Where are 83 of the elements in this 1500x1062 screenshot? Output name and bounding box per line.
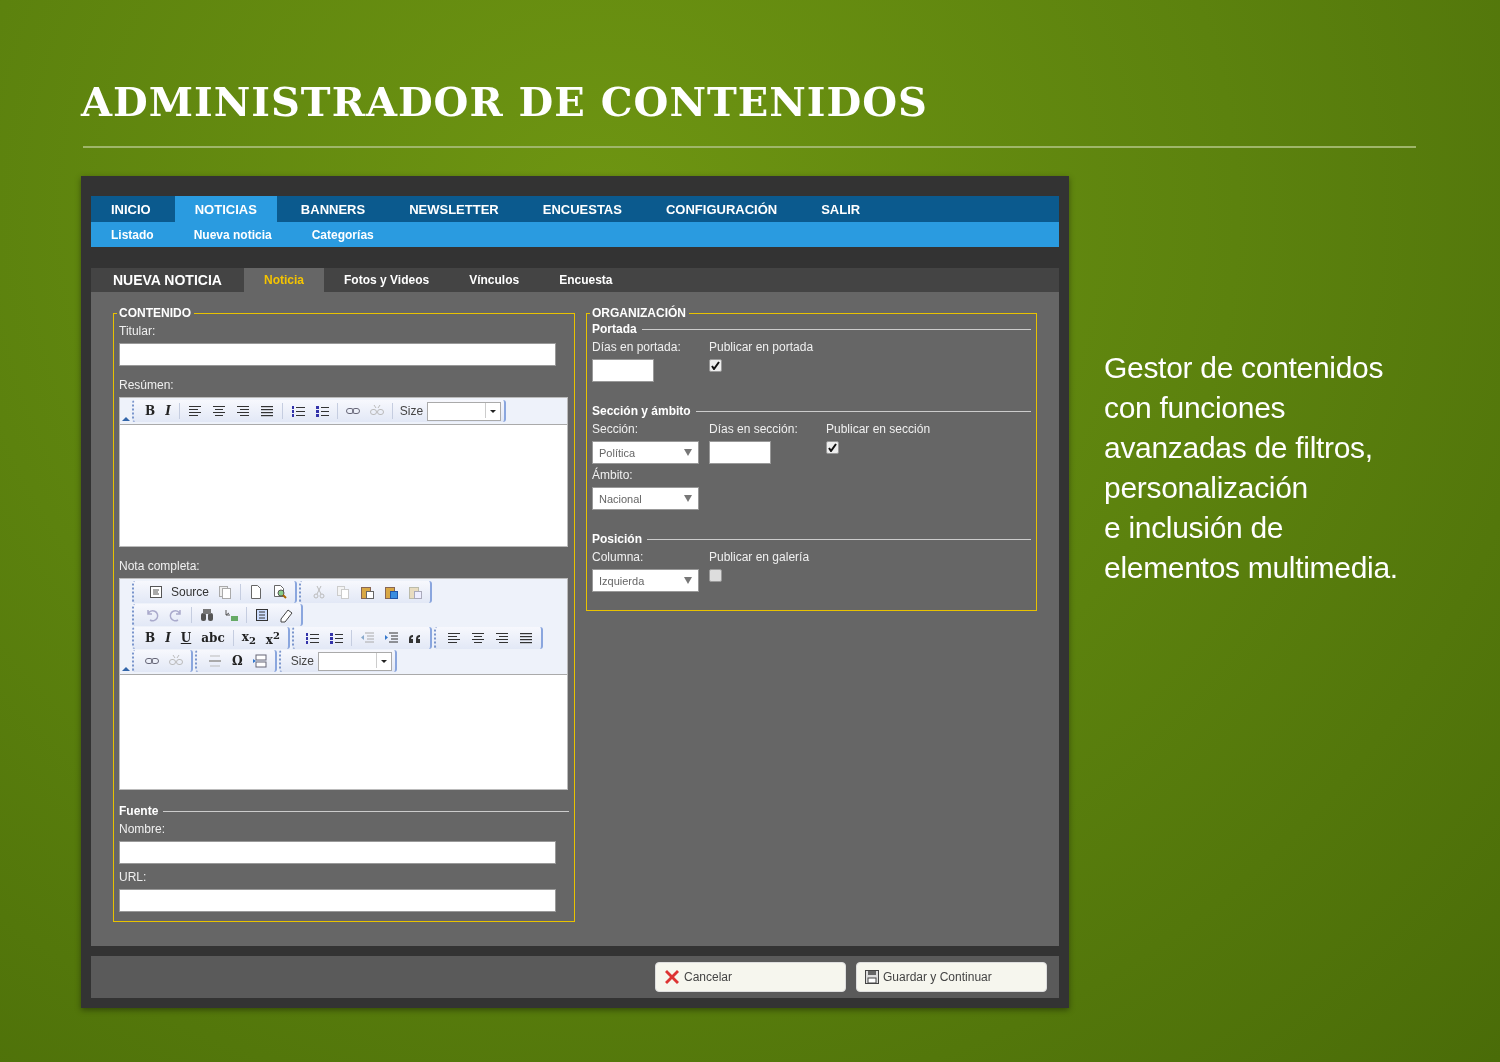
indent-icon[interactable] [383, 630, 399, 646]
preview-icon[interactable] [272, 584, 289, 600]
field-label: Columna: [592, 550, 645, 564]
field-label: Sección: [592, 422, 640, 436]
document-icon[interactable] [148, 584, 164, 600]
field-label: Días en sección: [709, 422, 799, 436]
tab[interactable]: Vínculos [449, 268, 540, 292]
size-label: Size [399, 404, 424, 418]
collapse-icon[interactable] [120, 664, 132, 672]
group-legend: Posición [592, 532, 642, 546]
text-field[interactable] [592, 359, 654, 382]
field-label: Resúmen: [119, 378, 175, 392]
field-label: Nota completa: [119, 559, 201, 573]
text-field[interactable] [119, 841, 556, 864]
nav-tab[interactable]: NEWSLETTER [389, 196, 519, 222]
dropdown[interactable]: Política [592, 441, 699, 464]
format-button[interactable]: I [160, 401, 176, 421]
caret-icon [684, 577, 692, 584]
field-label: Titular: [119, 324, 157, 338]
field-label: Publicar en galería [709, 550, 811, 564]
format-button[interactable]: I [160, 628, 176, 648]
align-right-icon[interactable] [494, 630, 510, 646]
panel-legend: CONTENIDO [117, 306, 194, 320]
field-label: Publicar en sección [826, 422, 932, 436]
numbered-list-icon[interactable] [304, 630, 320, 646]
save-button[interactable]: Guardar y Continuar [856, 962, 1047, 992]
format-button[interactable]: x$_{2}$ [236, 628, 261, 648]
caret-icon [684, 495, 692, 502]
align-left-icon[interactable] [186, 403, 203, 419]
nav-tab[interactable]: ENCUESTAS [522, 196, 642, 222]
caret-icon [684, 449, 692, 456]
nav-tab[interactable]: SALIR [801, 196, 881, 222]
align-justify-icon[interactable] [258, 403, 275, 419]
format-button[interactable]: B [140, 401, 161, 421]
checkbox[interactable] [709, 569, 722, 582]
dropdown[interactable]: Izquierda [592, 569, 699, 592]
text-field[interactable] [119, 343, 556, 366]
text-field[interactable] [119, 889, 556, 912]
tagline: Gestor de contenidos con funciones avanzadas de filtros, personalización e inclusión de elementos multimedia. [1104, 350, 1399, 586]
page-title: ADMINISTRADOR DE CONTENIDOS [81, 78, 929, 126]
align-right-icon[interactable] [234, 403, 251, 419]
group-legend: Portada [592, 322, 637, 336]
tab[interactable]: Encuesta [539, 268, 633, 292]
clipboard-icon[interactable] [383, 584, 400, 600]
checkbox[interactable] [826, 441, 839, 454]
field-label: Días en portada: [592, 340, 682, 354]
checkbox[interactable] [709, 359, 722, 372]
collapse-icon[interactable] [120, 414, 132, 422]
select-all-icon[interactable] [254, 607, 270, 623]
panel-legend: ORGANIZACIÓN [590, 306, 689, 320]
align-justify-icon[interactable] [518, 630, 534, 646]
group-legend: Fuente [119, 804, 159, 818]
field-label: Ámbito: [592, 468, 634, 482]
format-button[interactable]: x$^{2}$ [260, 628, 285, 648]
format-button[interactable]: abc [196, 628, 230, 648]
eraser-icon[interactable] [278, 607, 294, 623]
field-label: URL: [119, 870, 148, 884]
group-legend: Sección y ámbito [592, 404, 691, 418]
format-button[interactable]: U [175, 628, 197, 648]
page-break-icon[interactable] [251, 653, 268, 669]
nav-tab[interactable]: BANNERS [280, 196, 386, 222]
clipboard-icon[interactable] [359, 584, 376, 600]
field-label: Publicar en portada [709, 340, 815, 354]
size-label: Size [290, 654, 315, 668]
align-center-icon[interactable] [470, 630, 486, 646]
align-left-icon[interactable] [446, 630, 462, 646]
binoculars-icon[interactable] [199, 607, 215, 623]
nav-tab[interactable]: INICIO [91, 196, 171, 222]
replace-icon[interactable] [223, 607, 239, 623]
numbered-list-icon[interactable] [289, 403, 306, 419]
section-title: NUEVA NOTICIA [112, 271, 223, 290]
tab[interactable]: Fotos y Videos [324, 268, 450, 292]
bulleted-list-icon[interactable] [313, 403, 330, 419]
text-field[interactable] [709, 441, 771, 464]
close-icon [664, 969, 680, 985]
clipboard-icon[interactable] [407, 584, 424, 600]
bulleted-list-icon[interactable] [328, 630, 344, 646]
nav-tab[interactable]: CONFIGURACIÓN [645, 196, 798, 222]
cancel-button[interactable]: Cancelar [655, 962, 846, 992]
field-label: Nombre: [119, 822, 166, 836]
align-center-icon[interactable] [210, 403, 227, 419]
dropdown[interactable]: Nacional [592, 487, 699, 510]
format-button[interactable]: B [140, 628, 161, 648]
